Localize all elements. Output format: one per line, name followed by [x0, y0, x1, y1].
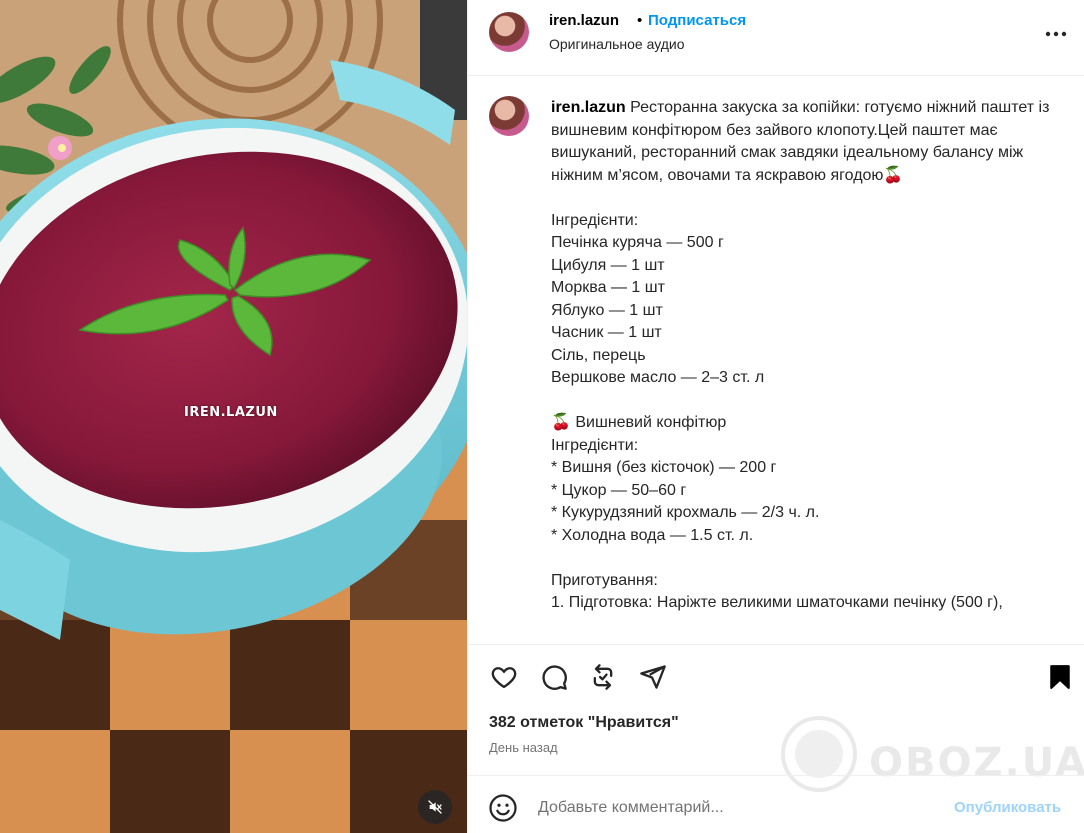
like-button[interactable]	[488, 661, 520, 693]
avatar[interactable]	[489, 12, 529, 52]
post-media[interactable]: IREN.LAZUN	[0, 0, 467, 833]
send-button[interactable]	[637, 661, 669, 693]
separator-dot: •	[637, 12, 643, 29]
post-header: iren.lazun • Подписаться Оригинальное ау…	[468, 0, 1084, 76]
caption-avatar[interactable]	[489, 96, 529, 136]
post-details-panel: iren.lazun • Подписаться Оригинальное ау…	[467, 0, 1084, 833]
repost-button[interactable]	[587, 661, 619, 693]
likes-count[interactable]: 382 отметок "Нравится"	[489, 714, 679, 732]
emoji-icon	[489, 794, 517, 822]
follow-button[interactable]: Подписаться	[648, 12, 746, 29]
caption-scroll-area[interactable]: iren.lazun Ресторанна закуска за копійки…	[468, 77, 1084, 645]
mute-button[interactable]	[418, 790, 452, 824]
emoji-button[interactable]	[488, 793, 518, 823]
comment-icon	[542, 665, 567, 690]
save-button[interactable]	[1044, 661, 1076, 693]
audio-link[interactable]: Оригинальное аудио	[549, 36, 685, 52]
comment-bar: Опубликовать	[468, 775, 1084, 833]
send-icon	[640, 665, 666, 689]
post-timestamp[interactable]: День назад	[489, 740, 558, 755]
speaker-muted-icon	[428, 800, 442, 814]
video-watermark: IREN.LAZUN	[184, 405, 278, 420]
comment-input[interactable]	[538, 796, 938, 820]
caption-text: iren.lazun Ресторанна закуска за копійки…	[551, 97, 1066, 615]
action-bar	[468, 657, 1084, 701]
publish-button[interactable]: Опубликовать	[954, 799, 1061, 816]
repost-icon	[593, 664, 613, 690]
bookmark-icon	[1050, 665, 1070, 689]
caption-body: Ресторанна закуска за копійки: готуємо н…	[551, 99, 1050, 611]
author-username[interactable]: iren.lazun	[549, 12, 619, 29]
comment-button[interactable]	[538, 661, 570, 693]
more-options-button[interactable]	[1043, 22, 1069, 46]
heart-icon	[491, 667, 517, 689]
caption-username[interactable]: iren.lazun	[551, 99, 626, 116]
more-horizontal-icon	[1045, 31, 1067, 37]
